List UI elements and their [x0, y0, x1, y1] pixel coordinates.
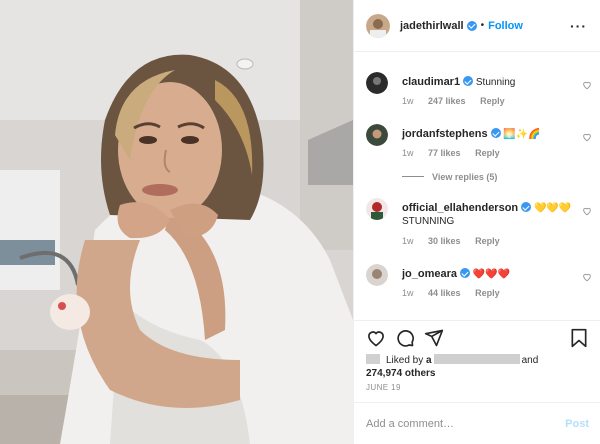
follow-button[interactable]: Follow	[488, 20, 523, 32]
post-header: jadethirlwall • Follow ···	[354, 0, 600, 52]
bookmark-icon[interactable]	[570, 328, 588, 348]
like-comment-icon[interactable]	[582, 272, 592, 282]
comment-body: jo_omeara ❤️❤️❤️	[402, 268, 572, 281]
commenter-username[interactable]: jordanfstephens	[402, 128, 488, 140]
comment-likes[interactable]: 30 likes	[428, 236, 461, 246]
comment-emoji: 💛💛💛	[533, 203, 572, 214]
comment-input[interactable]	[366, 417, 566, 430]
comment-icon[interactable]	[395, 328, 415, 348]
comment-age: 1w	[402, 236, 414, 246]
post-photo[interactable]	[0, 0, 353, 444]
like-comment-icon[interactable]	[582, 206, 592, 216]
author-avatar[interactable]	[366, 13, 390, 38]
liked-by-and: and	[521, 355, 539, 366]
more-options-icon[interactable]: ···	[570, 18, 587, 34]
replies-divider-line	[402, 176, 424, 177]
post-comment-button[interactable]: Post	[565, 418, 589, 430]
author-username[interactable]: jadethirlwall	[400, 20, 464, 32]
share-icon[interactable]	[424, 328, 444, 348]
comment-age: 1w	[402, 288, 414, 298]
comment-body: official_ellahenderson 💛💛💛 STUNNING	[402, 202, 572, 228]
verified-badge-icon	[521, 202, 532, 212]
verified-badge-icon	[466, 20, 477, 31]
liked-by-prefix: Liked by	[386, 355, 424, 366]
comment-likes[interactable]: 44 likes	[428, 288, 461, 298]
heart-icon[interactable]	[366, 328, 386, 348]
add-comment-bar: Post	[354, 402, 600, 444]
reply-button[interactable]: Reply	[475, 148, 500, 158]
commenter-avatar[interactable]	[366, 72, 388, 94]
commenter-username[interactable]: claudimar1	[402, 76, 460, 88]
commenter-avatar[interactable]	[366, 198, 388, 220]
comment-item: claudimar1 Stunning 1w 247 likes Reply	[366, 72, 594, 116]
post-date[interactable]: JUNE 19	[366, 383, 401, 392]
like-comment-icon[interactable]	[582, 80, 592, 90]
commenter-username[interactable]: jo_omeara	[402, 268, 457, 280]
comment-meta: 1w 77 likes Reply	[402, 148, 512, 158]
comment-age: 1w	[402, 96, 414, 106]
reply-button[interactable]: Reply	[475, 236, 500, 246]
comment-emoji: ❤️❤️❤️	[472, 269, 511, 280]
comment-text: Stunning	[475, 77, 516, 88]
comment-item: official_ellahenderson 💛💛💛 STUNNING 1w 3…	[366, 198, 594, 252]
comment-item: jordanfstephens 🌅✨🌈 1w 77 likes Reply	[366, 124, 594, 168]
view-replies-label: View replies (5)	[432, 172, 498, 182]
separator-dot: •	[480, 20, 485, 31]
comments-list: claudimar1 Stunning 1w 247 likes Reply j…	[354, 52, 600, 320]
commenter-avatar[interactable]	[366, 124, 388, 146]
liked-by-others[interactable]: 274,974 others	[366, 368, 436, 379]
verified-badge-icon	[463, 76, 474, 86]
liked-by-user-redacted	[433, 354, 520, 364]
reply-button[interactable]: Reply	[475, 288, 500, 298]
verified-badge-icon	[490, 128, 501, 138]
comment-body: claudimar1 Stunning	[402, 76, 572, 89]
reply-button[interactable]: Reply	[480, 96, 505, 106]
comment-meta: 1w 30 likes Reply	[402, 236, 512, 246]
comment-meta: 1w 247 likes Reply	[402, 96, 517, 106]
liker-avatar-redacted	[366, 354, 380, 364]
like-comment-icon[interactable]	[582, 132, 592, 142]
comment-body: jordanfstephens 🌅✨🌈	[402, 128, 572, 141]
post-side-panel: jadethirlwall • Follow ··· claudimar1 St…	[353, 0, 600, 444]
instagram-post: jadethirlwall • Follow ··· claudimar1 St…	[0, 0, 600, 444]
liked-by-user[interactable]: a	[426, 355, 432, 366]
comment-item: jo_omeara ❤️❤️❤️ 1w 44 likes Reply	[366, 264, 594, 308]
liked-by-summary: Liked by a and 274,974 others	[366, 354, 586, 380]
comment-age: 1w	[402, 148, 414, 158]
comment-text: STUNNING	[402, 216, 455, 227]
photo-illustration	[0, 0, 353, 444]
comment-meta: 1w 44 likes Reply	[402, 288, 512, 298]
verified-badge-icon	[460, 268, 471, 278]
comment-likes[interactable]: 247 likes	[428, 96, 466, 106]
commenter-avatar[interactable]	[366, 264, 388, 286]
comment-emoji: 🌅✨🌈	[503, 129, 541, 140]
comment-likes[interactable]: 77 likes	[428, 148, 461, 158]
view-replies-link[interactable]: View replies (5)	[402, 172, 497, 182]
commenter-username[interactable]: official_ellahenderson	[402, 202, 518, 214]
